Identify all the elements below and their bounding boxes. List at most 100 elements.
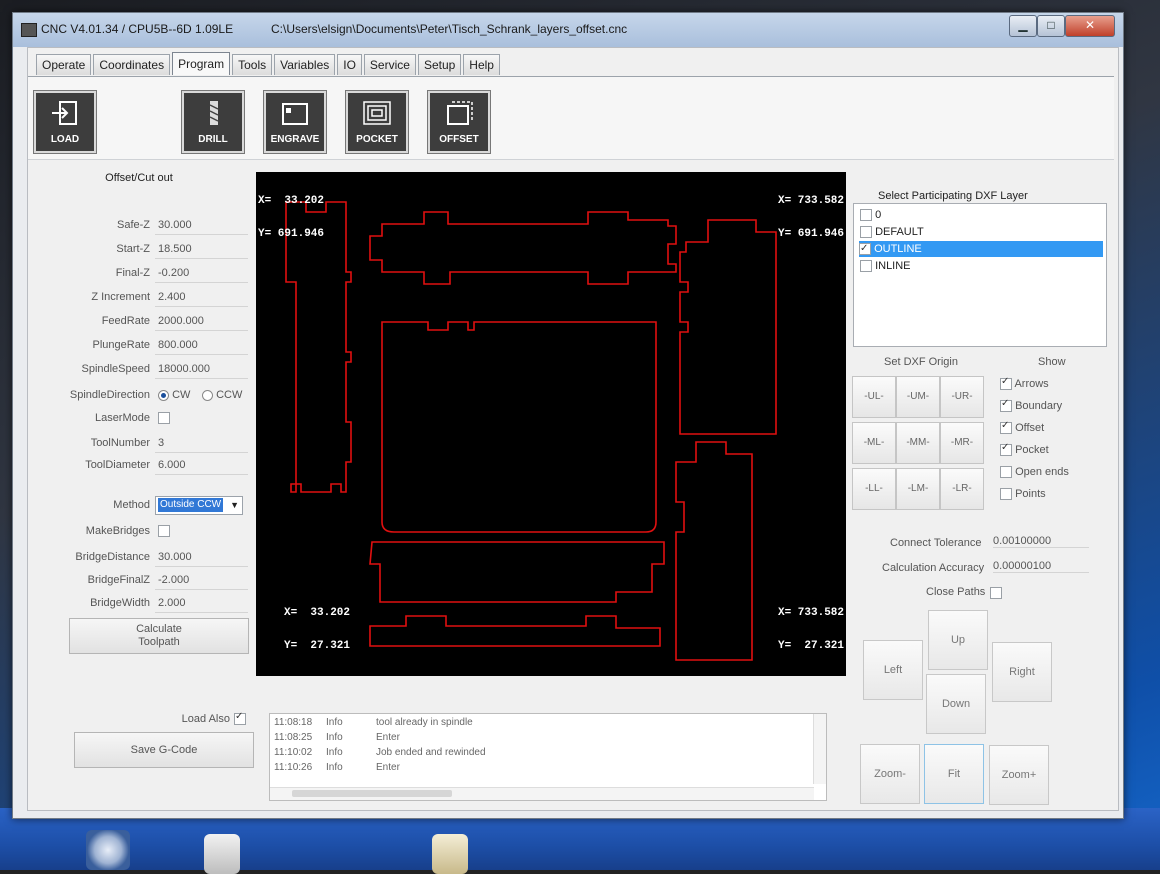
origin-ll-button[interactable]: -LL- [852,468,896,510]
load-also-checkbox[interactable] [234,711,246,725]
toolpath-preview[interactable]: X= 33.202 Y= 691.946 X= 733.582 Y= 691.9… [256,172,846,676]
field-value[interactable]: 2.400 [155,288,248,307]
field-label: BridgeFinalZ [87,574,150,586]
drill-button[interactable]: DRILL [182,91,244,153]
origin-ur-button[interactable]: -UR- [940,376,984,418]
dxf-layer-list[interactable]: 0 DEFAULT OUTLINE INLINE [853,203,1107,347]
connect-tolerance-field[interactable]: 0.00100000 [993,535,1089,548]
make-bridges-label: MakeBridges [85,525,150,537]
show-pocket-option[interactable]: Pocket [1000,442,1049,457]
tab-coordinates[interactable]: Coordinates [93,54,171,75]
tab-help[interactable]: Help [463,54,500,75]
tab-io[interactable]: IO [337,54,362,75]
window-title: CNC V4.01.34 / CPU5B--6D 1.09LE [41,22,234,36]
close-paths-checkbox[interactable] [990,587,1002,599]
show-checkbox[interactable] [1000,442,1012,457]
show-checkbox[interactable] [1000,420,1012,435]
field-value[interactable]: 2000.000 [155,312,248,331]
show-checkbox[interactable] [1000,398,1012,413]
tab-program[interactable]: Program [172,52,231,75]
show-label: Open ends [1015,466,1069,478]
offset-button[interactable]: OFFSET [428,91,490,153]
log-message: Job ended and rewinded [376,747,486,758]
field-label: FeedRate [101,315,150,327]
calc-accuracy-field[interactable]: 0.00000100 [993,560,1089,573]
field-value[interactable]: 2.000 [155,594,248,613]
show-checkbox[interactable] [1000,376,1012,391]
log-level: Info [326,747,343,758]
pan-up-button[interactable]: Up [928,610,988,670]
show-open-ends-option[interactable]: Open ends [1000,466,1069,479]
pan-right-button[interactable]: Right [992,642,1052,702]
coord-bottom-right-x: X= 733.582 [777,607,844,619]
show-points-option[interactable]: Points [1000,488,1046,501]
layer-item[interactable]: OUTLINE [859,241,1103,257]
layer-item[interactable]: 0 [860,207,1104,223]
document-icon[interactable] [204,834,240,874]
field-value[interactable]: -2.000 [155,571,248,590]
make-bridges-checkbox[interactable] [158,525,170,537]
field-value[interactable]: 30.000 [155,548,248,567]
layer-checkbox[interactable] [860,260,872,273]
origin-um-button[interactable]: -UM- [896,376,940,418]
origin-title: Set DXF Origin [884,356,958,368]
ccw-radio[interactable]: CCW [202,389,242,401]
disc-icon[interactable] [86,830,130,870]
engrave-button[interactable]: ENGRAVE [264,91,326,153]
fit-button[interactable]: Fit [924,744,984,804]
cw-label: CW [172,389,191,401]
load-button[interactable]: LOAD [34,91,96,153]
field-row: FeedRate 2000.000 [34,312,270,332]
origin-mm-button[interactable]: -MM- [896,422,940,464]
show-checkbox[interactable] [1000,488,1012,501]
layer-item[interactable]: DEFAULT [860,224,1104,240]
document-icon[interactable] [432,834,468,874]
method-select[interactable]: Outside CCW ▼ [155,496,243,515]
pan-down-button[interactable]: Down [926,674,986,734]
field-value[interactable]: 30.000 [155,216,248,235]
zoom-out-button[interactable]: Zoom- [860,744,920,804]
log-message: Enter [376,762,400,773]
tab-setup[interactable]: Setup [417,54,462,75]
show-checkbox[interactable] [1000,466,1012,479]
pan-left-button[interactable]: Left [863,640,923,700]
maximize-button[interactable]: □ [1037,15,1065,37]
tab-tools[interactable]: Tools [232,54,273,75]
cw-radio[interactable]: CW [158,389,190,401]
field-value[interactable]: -0.200 [155,264,248,283]
log-scrollbar[interactable] [813,714,826,784]
calculate-toolpath-button[interactable]: Calculate Toolpath [69,618,249,654]
layer-checkbox[interactable] [859,241,871,257]
save-gcode-button[interactable]: Save G-Code [74,732,254,768]
origin-ml-button[interactable]: -ML- [852,422,896,464]
field-value[interactable]: 800.000 [155,336,248,355]
show-label: Offset [1015,422,1045,434]
log-hscrollbar[interactable] [270,787,814,800]
layer-item[interactable]: INLINE [860,258,1104,274]
log-level: Info [326,732,343,743]
tab-variables[interactable]: Variables [274,54,336,75]
tab-operate[interactable]: Operate [36,54,92,75]
zoom-in-button[interactable]: Zoom+ [989,745,1049,805]
minimize-button[interactable]: ▁ [1009,15,1037,37]
origin-lr-button[interactable]: -LR- [940,468,984,510]
origin-mr-button[interactable]: -MR- [940,422,984,464]
show-boundary-option[interactable]: Boundary [1000,398,1062,413]
show-arrows-option[interactable]: Arrows [1000,376,1049,391]
layer-checkbox[interactable] [860,226,872,239]
field-value[interactable]: 18.500 [155,240,248,259]
field-value[interactable]: 18000.000 [155,360,248,379]
toolbar: LOAD DRILL ENGRAVE POCKET OFFSET [28,76,1114,160]
tab-service[interactable]: Service [363,54,416,75]
message-log[interactable]: 11:08:18 Info tool already in spindle 11:08… [269,713,827,801]
origin-ul-button[interactable]: -UL- [852,376,896,418]
pocket-button[interactable]: POCKET [346,91,408,153]
laser-mode-checkbox[interactable] [158,412,170,424]
origin-lm-button[interactable]: -LM- [896,468,940,510]
tool-number-field[interactable]: 3 [155,434,248,453]
layer-checkbox[interactable] [860,209,872,222]
tool-diameter-field[interactable]: 6.000 [155,456,248,475]
coord-bottom-left: X= 33.202 Y= 27.321 [284,586,350,674]
close-button[interactable]: ✕ [1065,15,1115,37]
show-offset-option[interactable]: Offset [1000,420,1045,435]
